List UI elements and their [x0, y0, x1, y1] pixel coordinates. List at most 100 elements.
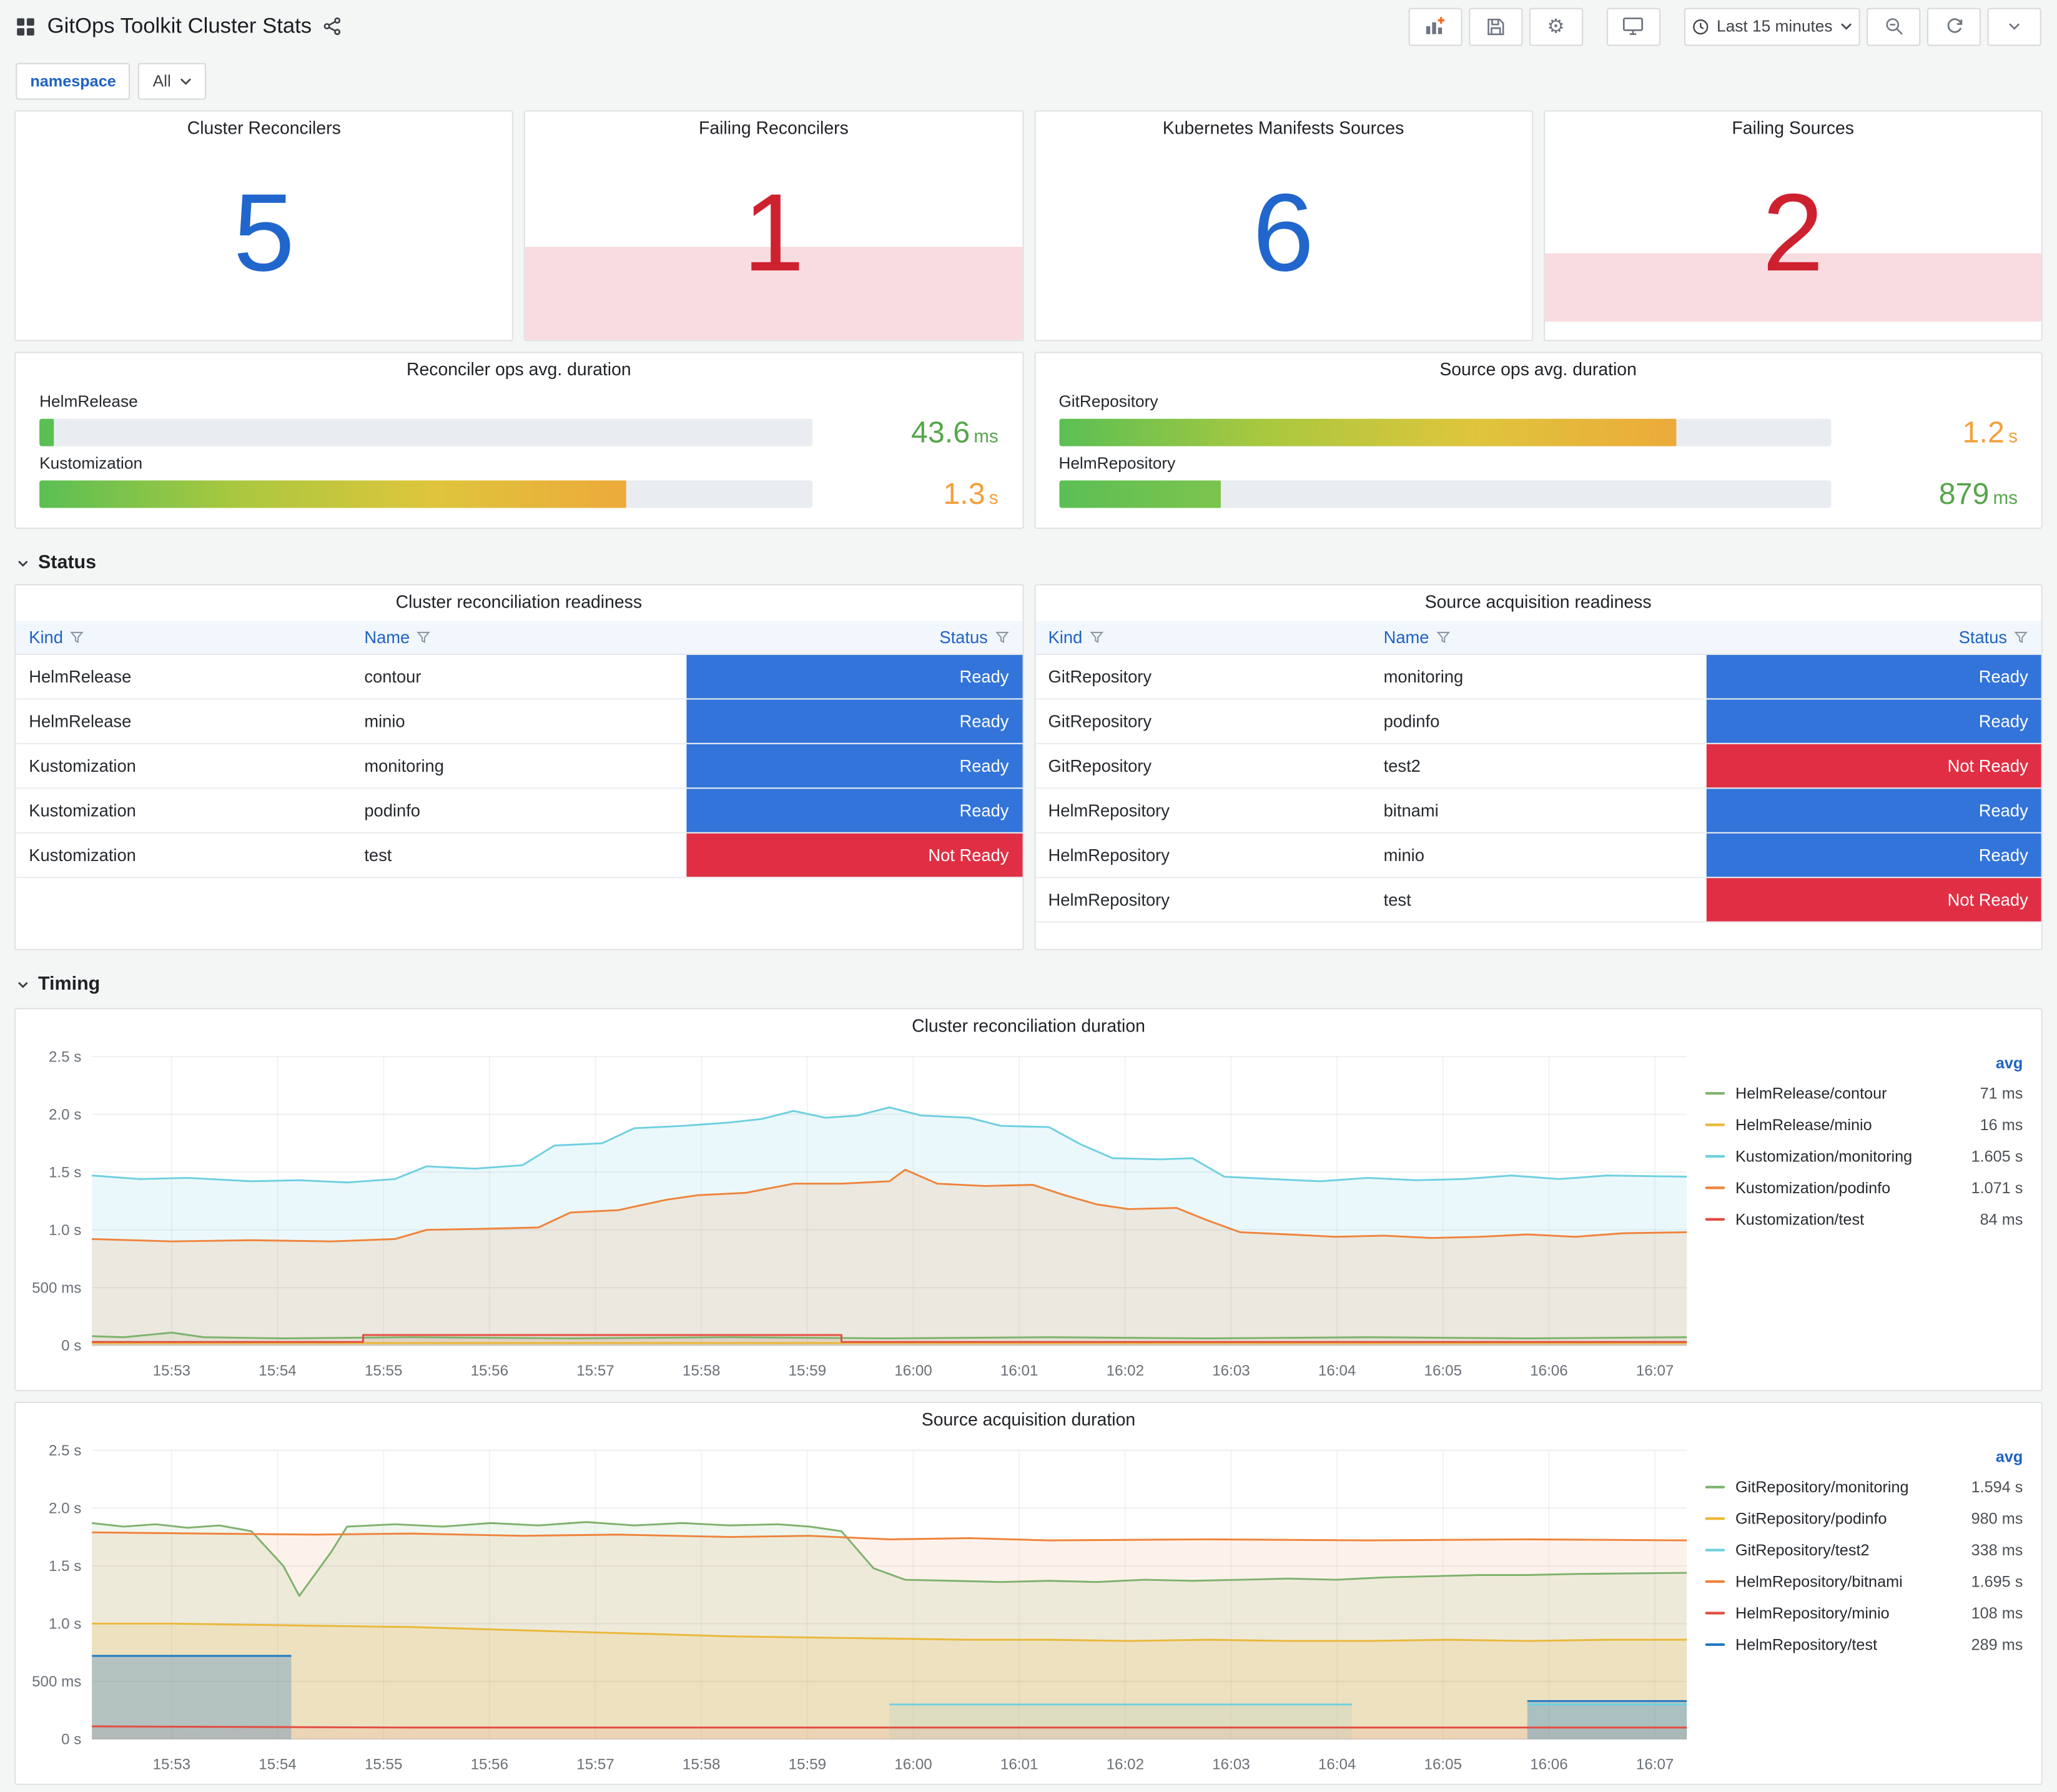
filter-funnel-icon[interactable] — [1436, 630, 1450, 644]
table-row: GitRepository podinfo Ready — [1035, 699, 2041, 744]
svg-text:1.0 s: 1.0 s — [49, 1616, 81, 1633]
table-row: HelmRepository bitnami Ready — [1035, 789, 2041, 834]
legend-item[interactable]: HelmRepository/test 289 ms — [1705, 1629, 2023, 1660]
chart-plot-area[interactable]: 0 s 500 ms 1.0 s 1.5 s 2.0 s 2.5 s 15:53 15:54 1… — [16, 1437, 1700, 1781]
column-header-kind[interactable]: Kind — [16, 621, 351, 654]
gauge-panel-title[interactable]: Reconciler ops avg. duration — [16, 353, 1022, 387]
svg-text:0 s: 0 s — [61, 1731, 81, 1748]
stat-value: 2 — [1762, 170, 1824, 294]
legend-item[interactable]: GitRepository/podinfo 980 ms — [1705, 1503, 2023, 1534]
legend-item[interactable]: HelmRelease/contour 71 ms — [1705, 1078, 2023, 1109]
legend-series-name[interactable]: GitRepository/podinfo — [1735, 1509, 1887, 1527]
stat-panel-title[interactable]: Failing Sources — [1545, 112, 2041, 146]
cell-kind: GitRepository — [1048, 711, 1152, 731]
chart-panel-title[interactable]: Cluster reconciliation duration — [16, 1010, 2041, 1044]
cell-kind: HelmRepository — [1048, 845, 1170, 865]
cycle-view-button[interactable] — [1606, 7, 1660, 46]
column-header-kind[interactable]: Kind — [1035, 621, 1371, 654]
table-panel-title[interactable]: Cluster reconciliation readiness — [16, 586, 1022, 620]
legend-series-name[interactable]: HelmRepository/bitnami — [1735, 1572, 1903, 1590]
chart-row-2: Source acquisition duration 0 s 500 ms 1.0 … — [14, 1402, 2043, 1785]
legend-series-name[interactable]: GitRepository/test2 — [1735, 1541, 1870, 1559]
gauge-row-label: HelmRepository — [1058, 454, 1176, 473]
legend-item[interactable]: GitRepository/monitoring 1.594 s — [1705, 1471, 2023, 1502]
legend-item[interactable]: Kustomization/monitoring 1.605 s — [1705, 1141, 2023, 1172]
column-header-name[interactable]: Name — [1371, 621, 1706, 654]
svg-text:16:03: 16:03 — [1212, 1362, 1250, 1379]
legend-item[interactable]: Kustomization/test 84 ms — [1705, 1204, 2023, 1235]
legend-series-name[interactable]: Kustomization/monitoring — [1735, 1147, 1912, 1165]
legend-series-name[interactable]: Kustomization/test — [1735, 1210, 1864, 1228]
legend-series-name[interactable]: HelmRepository/test — [1735, 1635, 1877, 1653]
variable-namespace-select[interactable]: All — [138, 62, 207, 100]
gauge-bar — [39, 418, 54, 446]
svg-text:15:53: 15:53 — [153, 1362, 190, 1379]
refresh-button[interactable] — [1926, 7, 1981, 46]
column-header-label: Kind — [29, 627, 63, 647]
gauge-row: 1.3 s — [39, 476, 999, 512]
svg-text:1.5 s: 1.5 s — [49, 1164, 81, 1181]
legend-series-swatch — [1705, 1485, 1725, 1489]
section-timing[interactable]: Timing — [16, 972, 2041, 998]
share-icon[interactable] — [323, 17, 342, 36]
filter-funnel-icon[interactable] — [417, 630, 431, 644]
gauge-value-unit: s — [2008, 425, 2018, 446]
filter-funnel-icon[interactable] — [2014, 630, 2028, 644]
legend-item[interactable]: HelmRelease/minio 16 ms — [1705, 1109, 2023, 1140]
apps-grid-icon[interactable] — [16, 16, 36, 36]
section-timing-label: Timing — [37, 973, 101, 995]
cell-kind: GitRepository — [1048, 756, 1152, 776]
variable-namespace-value: All — [152, 72, 171, 91]
chart-legend: avg HelmRelease/contour 71 ms HelmRelease/m… — [1700, 1043, 2041, 1390]
gauge-panel-title[interactable]: Source ops avg. duration — [1035, 353, 2041, 387]
section-status[interactable]: Status — [16, 550, 2041, 576]
refresh-interval-button[interactable] — [1987, 7, 2041, 46]
svg-text:16:01: 16:01 — [1000, 1756, 1038, 1773]
filter-funnel-icon[interactable] — [994, 630, 1009, 644]
save-icon — [1487, 17, 1504, 35]
gauge-value-number: 1.3 — [943, 476, 985, 511]
save-dashboard-button[interactable] — [1468, 7, 1522, 46]
column-header-name[interactable]: Name — [351, 621, 686, 654]
column-header-status[interactable]: Status — [686, 621, 1022, 654]
zoom-out-button[interactable] — [1867, 7, 1921, 46]
time-picker-button[interactable]: Last 15 minutes — [1684, 7, 1860, 46]
gauge-value: 1.2 s — [1850, 415, 2018, 450]
table-row: Kustomization test Not Ready — [16, 833, 1022, 879]
time-range-label: Last 15 minutes — [1717, 17, 1833, 36]
gauge-value: 43.6 ms — [831, 415, 999, 450]
svg-text:16:04: 16:04 — [1318, 1756, 1356, 1773]
dashboard-title: GitOps Toolkit Cluster Stats — [47, 14, 312, 37]
gauge-row: 879 ms — [1058, 476, 2018, 512]
legend-item[interactable]: HelmRepository/minio 108 ms — [1705, 1597, 2023, 1628]
legend-series-name[interactable]: HelmRelease/contour — [1735, 1084, 1887, 1102]
add-panel-button[interactable] — [1408, 7, 1463, 46]
gauge-bar — [1058, 480, 1221, 508]
stat-panel-title[interactable]: Failing Reconcilers — [525, 112, 1022, 146]
legend-item[interactable]: Kustomization/podinfo 1.071 s — [1705, 1172, 2023, 1203]
dashboard-settings-button[interactable]: ⚙ — [1529, 7, 1583, 46]
svg-text:0 s: 0 s — [61, 1337, 81, 1354]
legend-series-name[interactable]: Kustomization/podinfo — [1735, 1179, 1890, 1197]
legend-series-name[interactable]: HelmRelease/minio — [1735, 1116, 1872, 1134]
stat-panel-title[interactable]: Kubernetes Manifests Sources — [1035, 112, 1532, 146]
legend-item[interactable]: GitRepository/test2 338 ms — [1705, 1534, 2023, 1565]
legend-series-name[interactable]: GitRepository/monitoring — [1735, 1478, 1909, 1496]
legend-series-avg: 338 ms — [1971, 1540, 2023, 1560]
filter-funnel-icon[interactable] — [69, 630, 84, 644]
stat-panel-title[interactable]: Cluster Reconcilers — [16, 112, 512, 146]
filter-funnel-icon[interactable] — [1089, 630, 1103, 644]
legend-series-swatch — [1705, 1643, 1725, 1647]
chart-plot-area[interactable]: 0 s 500 ms 1.0 s 1.5 s 2.0 s 2.5 s 15:53 15:54 1… — [16, 1043, 1700, 1387]
column-header-status[interactable]: Status — [1706, 621, 2041, 654]
svg-text:15:55: 15:55 — [365, 1362, 402, 1379]
chart-panel-title[interactable]: Source acquisition duration — [16, 1403, 2041, 1437]
table-panel-title[interactable]: Source acquisition readiness — [1035, 586, 2041, 620]
gauge-panel-0: Reconciler ops avg. duration HelmRelease 4… — [14, 352, 1024, 529]
table-row: HelmRelease contour Ready — [16, 654, 1022, 700]
cell-name: contour — [364, 666, 422, 687]
cell-status: Not Ready — [686, 833, 1022, 877]
chart-legend: avg GitRepository/monitoring 1.594 s GitRep… — [1700, 1437, 2041, 1784]
legend-series-name[interactable]: HelmRepository/minio — [1735, 1604, 1890, 1622]
legend-item[interactable]: HelmRepository/bitnami 1.695 s — [1705, 1566, 2023, 1597]
